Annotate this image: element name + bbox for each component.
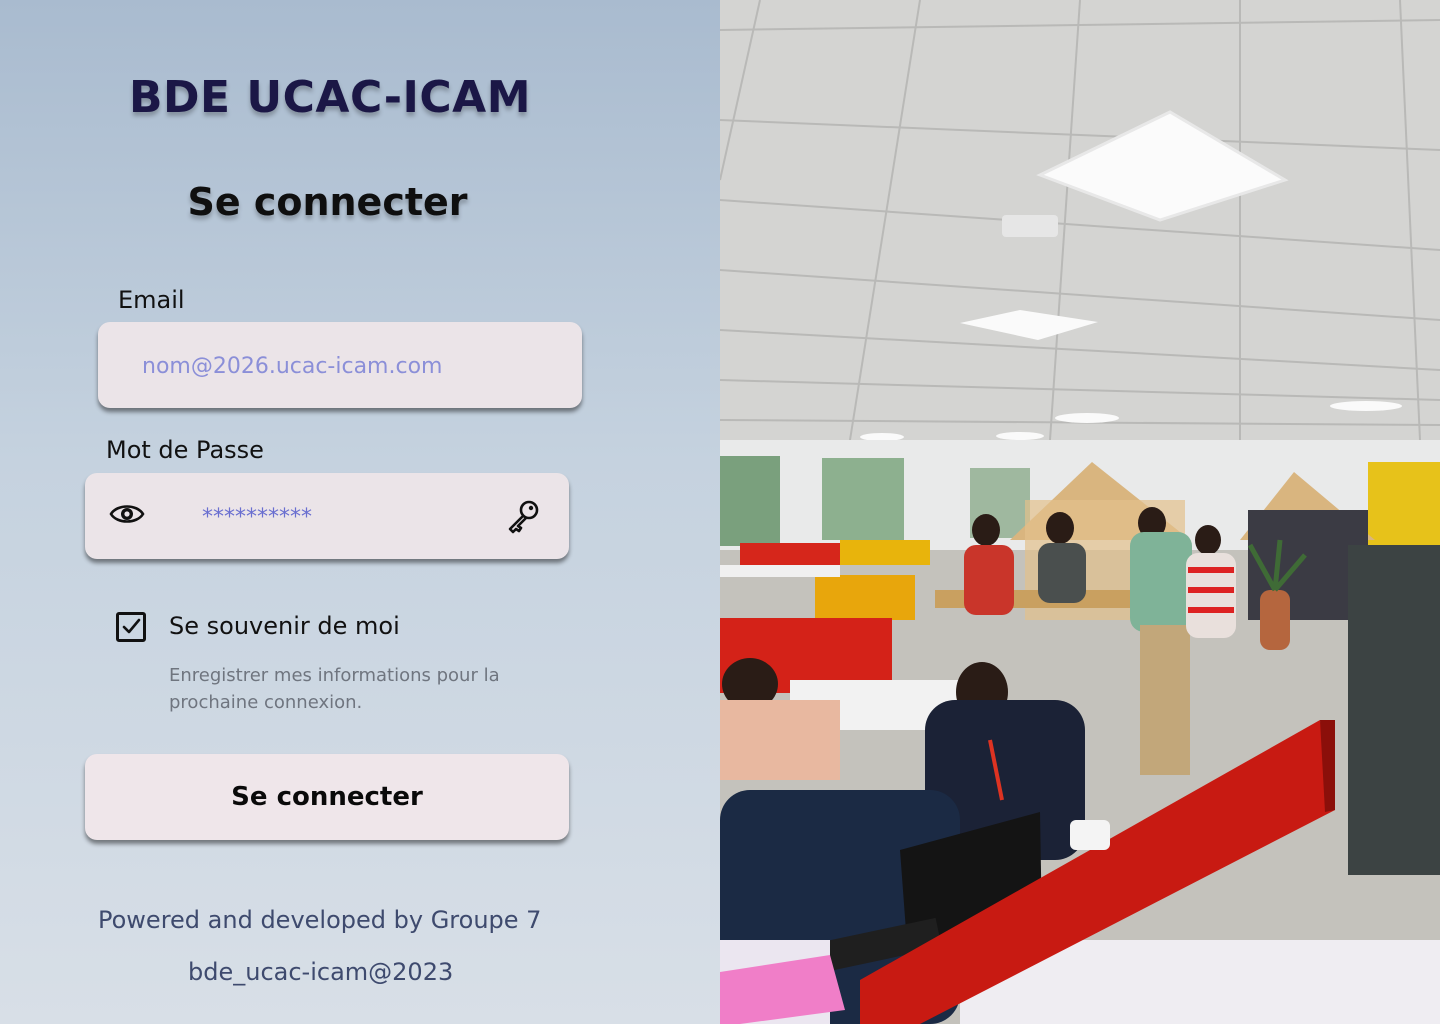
password-field-container <box>85 473 569 561</box>
login-panel: BDE UCAC-ICAM Se connecter Email Mot de … <box>0 0 720 1024</box>
password-field[interactable] <box>200 473 464 561</box>
remember-label[interactable]: Se souvenir de moi <box>169 612 400 640</box>
brand-title: BDE UCAC-ICAM <box>128 72 532 123</box>
eye-icon[interactable] <box>109 501 145 531</box>
footer-credit: Powered and developed by Groupe 7 <box>98 906 542 934</box>
remember-checkbox[interactable] <box>116 612 146 642</box>
footer-copyright: bde_ucac-icam@2023 <box>188 958 454 986</box>
login-button[interactable]: Se connecter <box>85 754 569 840</box>
hero-photo <box>720 0 1440 1024</box>
email-field[interactable] <box>140 322 544 410</box>
remember-hint: Enregistrer mes informations pour la pro… <box>169 665 500 713</box>
checkmark-icon <box>122 618 141 634</box>
email-field-container <box>98 322 582 410</box>
password-label: Mot de Passe <box>106 436 264 464</box>
page-title: Se connecter <box>187 180 468 224</box>
key-icon[interactable] <box>505 499 541 539</box>
email-label: Email <box>118 286 185 314</box>
coworking-room-illustration <box>720 0 1440 1024</box>
